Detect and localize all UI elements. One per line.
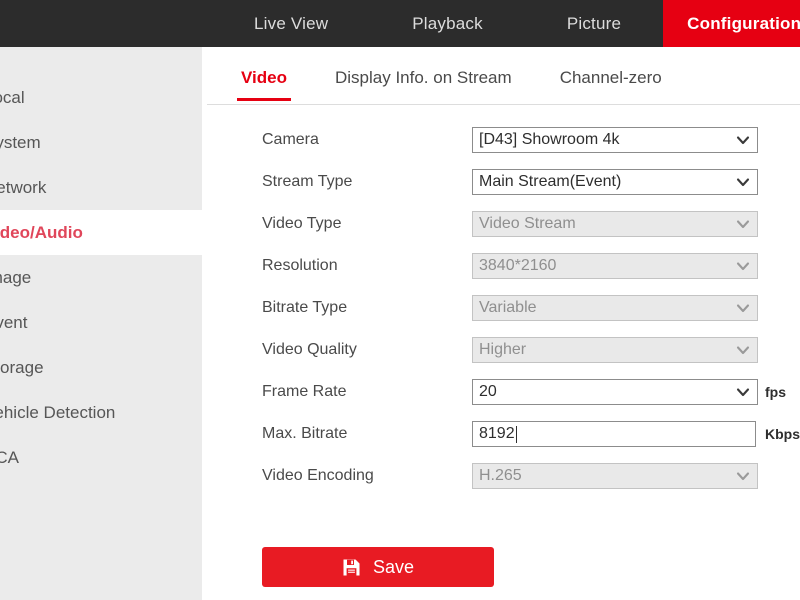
tab-display-info-on-stream[interactable]: Display Info. on Stream <box>331 62 516 100</box>
frame-rate-select-value: 20 <box>479 383 497 400</box>
sidebar-item-label: Local <box>0 87 25 107</box>
resolution-select: 3840*2160 <box>472 253 758 279</box>
topbar-logo-area <box>0 0 212 47</box>
camera-select-value: [D43] Showroom 4k <box>479 131 620 148</box>
sidebar-item-label: VCA <box>0 447 19 467</box>
text-cursor <box>515 425 517 443</box>
tab-video[interactable]: Video <box>237 62 291 101</box>
unit-label-fps: fps <box>765 384 786 400</box>
topnav-item-playback[interactable]: Playback <box>370 0 525 47</box>
topnav-label: Live View <box>254 13 329 33</box>
chevron-down-icon <box>736 343 750 357</box>
sidebar-item-storage[interactable]: Storage <box>0 345 202 390</box>
stream-type-select-value: Main Stream(Event) <box>479 173 622 190</box>
tab-label: Display Info. on Stream <box>334 68 512 87</box>
form-row-video-type: Video Type Video Stream <box>207 203 800 245</box>
sidebar-item-label: Network <box>0 177 47 197</box>
sidebar-item-system[interactable]: System <box>0 120 202 165</box>
topnav-label: Configuration <box>687 13 800 33</box>
tab-label: Video <box>241 68 287 87</box>
field-label-video-encoding: Video Encoding <box>262 467 374 484</box>
max-bitrate-input-value: 8192 <box>479 425 515 442</box>
sidebar-item-image[interactable]: Image <box>0 255 202 300</box>
field-label-stream-type: Stream Type <box>262 173 353 190</box>
save-button-container: Save <box>262 547 494 587</box>
topnav-item-live-view[interactable]: Live View <box>212 0 370 47</box>
chevron-down-icon <box>736 175 750 189</box>
tab-channel-zero[interactable]: Channel-zero <box>556 62 666 100</box>
sidebar-item-vehicle-detection[interactable]: Vehicle Detection <box>0 390 202 435</box>
form-row-bitrate-type: Bitrate Type Variable <box>207 287 800 329</box>
topnav-label: Playback <box>412 13 483 33</box>
form-row-frame-rate: Frame Rate 20 fps <box>207 371 800 413</box>
topnav-item-configuration[interactable]: Configuration <box>663 0 800 47</box>
sidebar-item-vca[interactable]: VCA <box>0 435 202 480</box>
video-type-select: Video Stream <box>472 211 758 237</box>
video-quality-select: Higher <box>472 337 758 363</box>
chevron-down-icon <box>736 217 750 231</box>
chevron-down-icon <box>736 133 750 147</box>
camera-select[interactable]: [D43] Showroom 4k <box>472 127 758 153</box>
sidebar-item-video-audio[interactable]: Video/Audio <box>0 210 202 255</box>
save-button[interactable]: Save <box>262 547 494 587</box>
chevron-down-icon <box>736 259 750 273</box>
field-label-video-quality: Video Quality <box>262 341 357 358</box>
field-label-video-type: Video Type <box>262 215 342 232</box>
form-row-stream-type: Stream Type Main Stream(Event) <box>207 161 800 203</box>
field-label-frame-rate: Frame Rate <box>262 383 347 400</box>
video-encoding-select-value: H.265 <box>479 467 522 484</box>
stream-type-select[interactable]: Main Stream(Event) <box>472 169 758 195</box>
sidebar-item-label: Vehicle Detection <box>0 402 116 422</box>
topnav-item-picture[interactable]: Picture <box>525 0 663 47</box>
field-label-resolution: Resolution <box>262 257 338 274</box>
field-label-max-bitrate: Max. Bitrate <box>262 425 348 442</box>
topnav-label: Picture <box>566 13 622 33</box>
sidebar-item-label: Event <box>0 312 28 332</box>
video-encoding-select: H.265 <box>472 463 758 489</box>
field-label-bitrate-type: Bitrate Type <box>262 299 348 316</box>
bitrate-type-select: Variable <box>472 295 758 321</box>
sidebar-item-label: Video/Audio <box>0 222 83 242</box>
form-row-video-encoding: Video Encoding H.265 <box>207 455 800 497</box>
sidebar-item-network[interactable]: Network <box>0 165 202 210</box>
video-type-select-value: Video Stream <box>479 215 576 232</box>
sidebar-item-label: System <box>0 132 41 152</box>
configuration-page: Live View Playback Picture Configuration… <box>0 0 800 600</box>
form-row-video-quality: Video Quality Higher <box>207 329 800 371</box>
tab-label: Channel-zero <box>559 68 662 87</box>
sidebar-item-label: Storage <box>0 357 44 377</box>
field-label-camera: Camera <box>262 131 319 148</box>
unit-label-kbps: Kbps <box>765 426 800 442</box>
sidebar-item-event[interactable]: Event <box>0 300 202 345</box>
video-settings-form: Camera [D43] Showroom 4k Stream Type Mai… <box>207 119 800 497</box>
save-floppy-icon <box>342 558 361 577</box>
form-row-resolution: Resolution 3840*2160 <box>207 245 800 287</box>
chevron-down-icon <box>736 385 750 399</box>
chevron-down-icon <box>736 301 750 315</box>
resolution-select-value: 3840*2160 <box>479 257 557 274</box>
bitrate-type-select-value: Variable <box>479 299 537 316</box>
tab-bar: Video Display Info. on Stream Channel-ze… <box>207 62 800 105</box>
video-quality-select-value: Higher <box>479 341 527 358</box>
sidebar-item-local[interactable]: Local <box>0 75 202 120</box>
sidebar-item-label: Image <box>0 267 32 287</box>
form-row-max-bitrate: Max. Bitrate 8192 Kbps <box>207 413 800 455</box>
chevron-down-icon <box>736 469 750 483</box>
content-panel: Video Display Info. on Stream Channel-ze… <box>207 47 800 600</box>
max-bitrate-input[interactable]: 8192 <box>472 421 756 447</box>
sidebar: Local System Network Video/Audio Image E… <box>0 47 202 600</box>
form-row-camera: Camera [D43] Showroom 4k <box>207 119 800 161</box>
save-button-label: Save <box>372 556 415 577</box>
frame-rate-select[interactable]: 20 <box>472 379 758 405</box>
top-navigation-bar: Live View Playback Picture Configuration <box>0 0 800 47</box>
